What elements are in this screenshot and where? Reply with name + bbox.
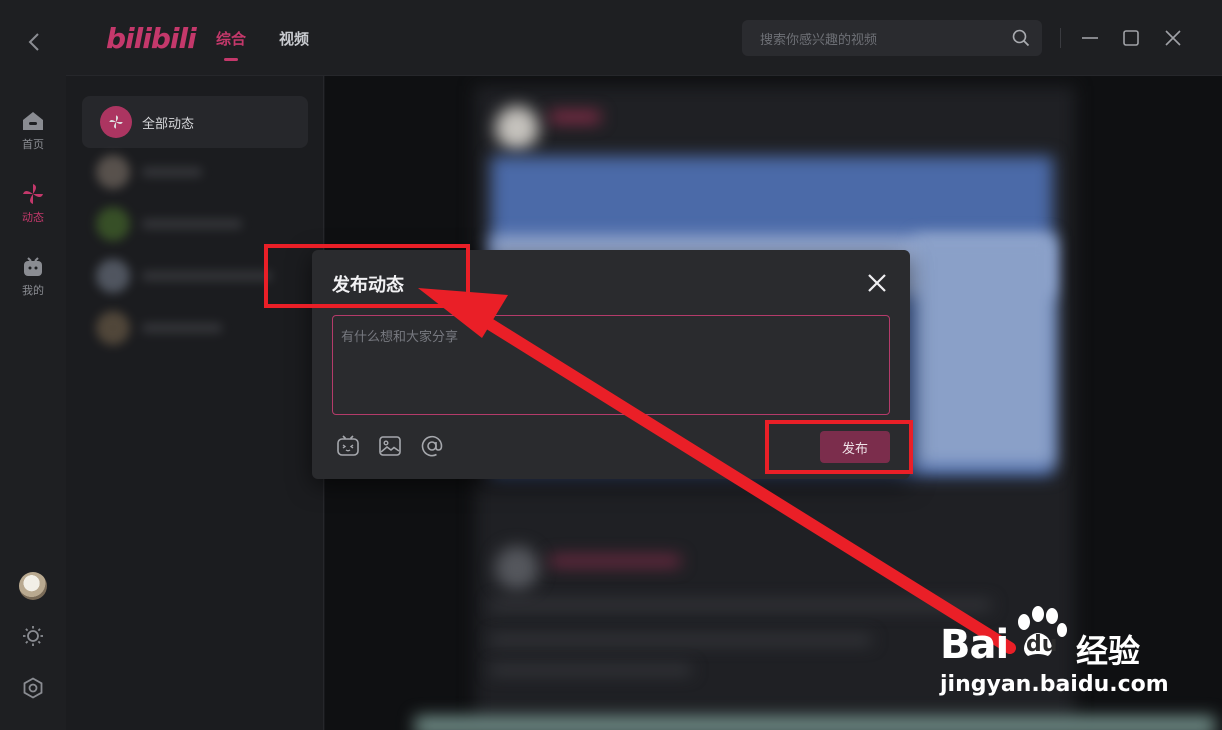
watermark-cn: 经验 xyxy=(1076,632,1141,670)
watermark-brand-suffix: du xyxy=(1026,632,1058,657)
watermark-url: jingyan.baidu.com xyxy=(940,672,1169,697)
baidu-jingyan-watermark: Bai du 经验 jingyan.baidu.com xyxy=(940,604,1180,704)
app-window: 首页 动态 我的 bilibili 综合 视频 搜索你感兴趣的视频 全部动态 发… xyxy=(0,0,1222,730)
